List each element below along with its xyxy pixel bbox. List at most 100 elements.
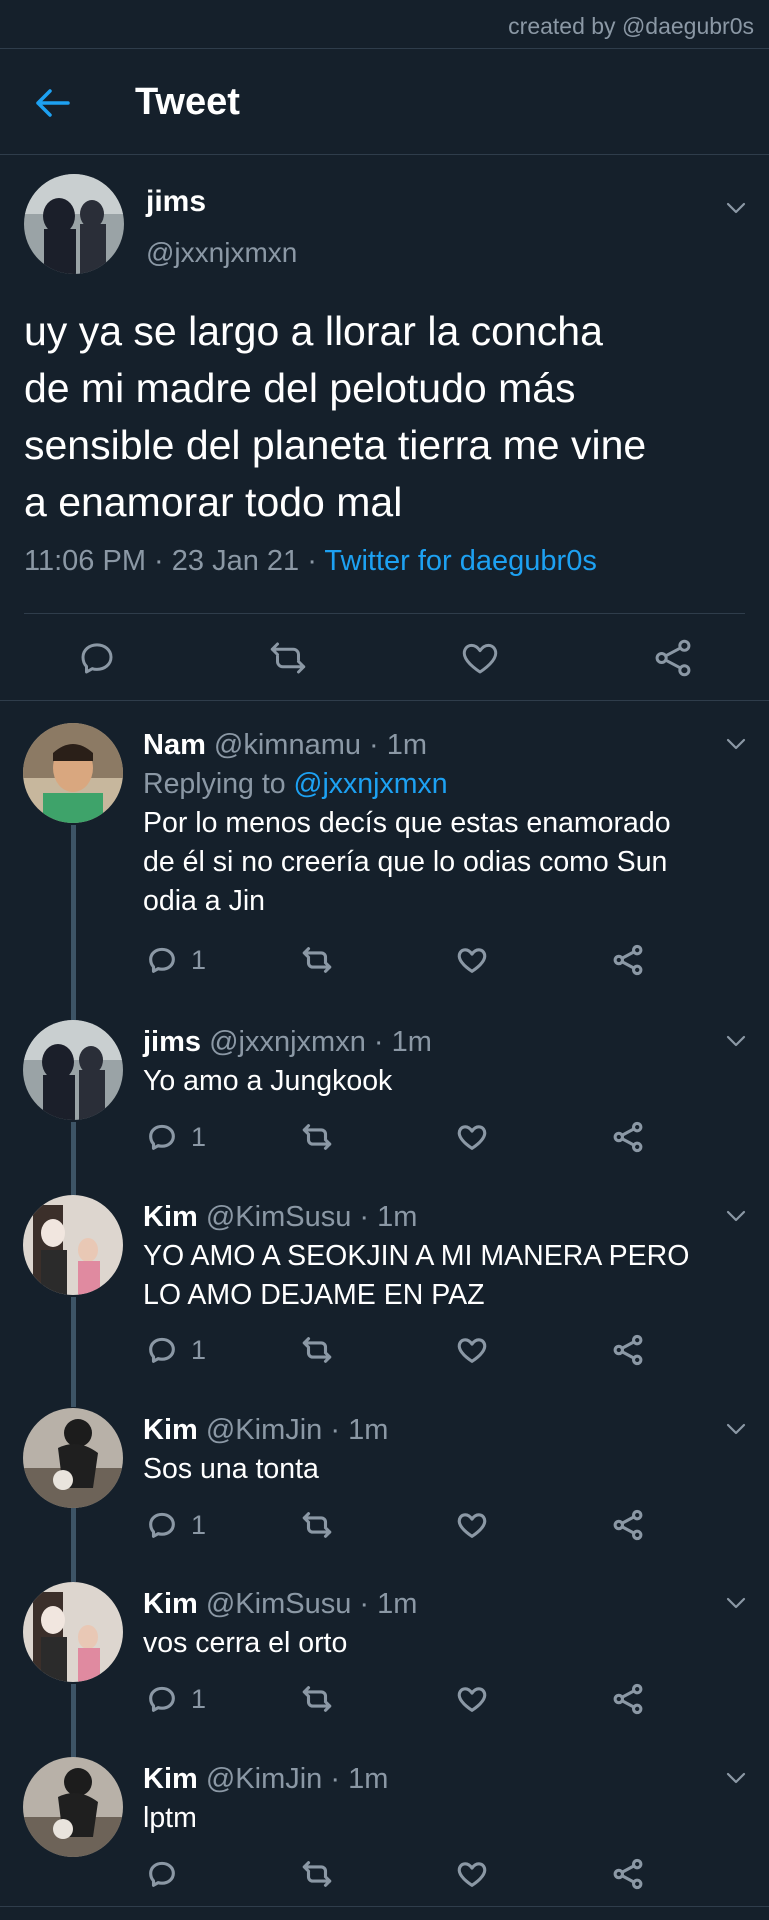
replying-to-link[interactable]: @jxxnjxmxn	[294, 768, 448, 800]
reply-tweet[interactable]: Kim @KimSusu · 1m vos cerra el orto 1	[0, 1582, 769, 1742]
avatar[interactable]	[23, 1195, 123, 1295]
tweet-time: 11:06 PM	[24, 545, 146, 577]
reply-text-line: vos cerra el orto	[143, 1627, 348, 1659]
reply-text-line: Yo amo a Jungkook	[143, 1065, 393, 1097]
reply-handle: @jxxnjxmxn · 1m	[209, 1026, 432, 1058]
tweet-text-line: sensible del planeta tierra me vine	[24, 422, 647, 468]
share-icon[interactable]	[611, 1508, 645, 1542]
avatar[interactable]	[24, 174, 124, 274]
reply-icon[interactable]	[145, 943, 179, 977]
reply-text-line: de él si no creería que lo odias como Su…	[143, 846, 668, 878]
reply-icon[interactable]	[76, 637, 118, 679]
replying-to-label: Replying to	[143, 768, 294, 800]
reply-actions: 1	[0, 1508, 769, 1548]
chevron-down-icon[interactable]	[725, 1034, 747, 1048]
reply-text-line: Sos una tonta	[143, 1453, 319, 1485]
reply-text-line: lptm	[143, 1802, 197, 1834]
avatar[interactable]	[23, 1408, 123, 1508]
reply-handle: @KimSusu · 1m	[205, 1201, 418, 1233]
tweet-text-line: de mi madre del pelotudo más	[24, 365, 576, 411]
share-icon[interactable]	[611, 1857, 645, 1891]
tweet-date: 23 Jan 21	[171, 545, 300, 577]
like-icon[interactable]	[455, 1682, 489, 1716]
reply-icon[interactable]	[145, 1682, 179, 1716]
share-icon[interactable]	[611, 943, 645, 977]
like-icon[interactable]	[455, 1120, 489, 1154]
reply-count: 1	[191, 1684, 207, 1714]
reply-author-name[interactable]: Kim	[143, 1414, 198, 1446]
reply-tweet[interactable]: Nam @kimnamu · 1m Replying to @jxxnjxmxn…	[0, 723, 769, 1003]
chevron-down-icon[interactable]	[725, 1209, 747, 1223]
reply-tweet[interactable]: Kim @KimJin · 1m lptm	[0, 1757, 769, 1905]
reply-author-name[interactable]: Nam	[143, 729, 206, 761]
divider	[0, 1906, 769, 1907]
reply-text: vos cerra el orto	[143, 1624, 743, 1663]
chevron-down-icon[interactable]	[725, 1596, 747, 1610]
reply-tweet[interactable]: Kim @KimJin · 1m Sos una tonta 1	[0, 1408, 769, 1568]
share-icon[interactable]	[611, 1333, 645, 1367]
reply-actions: 1	[0, 1682, 769, 1722]
retweet-icon[interactable]	[300, 1120, 334, 1154]
tweet-source-link[interactable]: Twitter for daegubr0s	[324, 545, 596, 577]
reply-icon[interactable]	[145, 1508, 179, 1542]
reply-icon[interactable]	[145, 1120, 179, 1154]
tweet-text-line: uy ya se largo a llorar la concha	[24, 308, 603, 354]
share-icon[interactable]	[652, 637, 694, 679]
reply-header: jims @jxxnjxmxn · 1m	[143, 1026, 432, 1059]
retweet-icon[interactable]	[300, 943, 334, 977]
share-icon[interactable]	[611, 1682, 645, 1716]
divider	[24, 613, 745, 614]
chevron-down-icon[interactable]	[725, 737, 747, 751]
author-name[interactable]: jims	[146, 185, 206, 219]
reply-text-line: Por lo menos decís que estas enamorado	[143, 807, 671, 839]
reply-header: Kim @KimJin · 1m	[143, 1414, 388, 1447]
reply-handle: @KimJin · 1m	[205, 1414, 389, 1446]
retweet-icon[interactable]	[300, 1857, 334, 1891]
page-title: Tweet	[135, 81, 240, 123]
chevron-down-icon[interactable]	[725, 201, 747, 215]
reply-count: 1	[191, 1510, 207, 1540]
like-icon[interactable]	[455, 1333, 489, 1367]
like-icon[interactable]	[455, 943, 489, 977]
avatar[interactable]	[23, 1757, 123, 1857]
reply-actions: 1	[0, 1120, 769, 1160]
reply-count: 1	[191, 945, 207, 975]
author-handle[interactable]: @jxxnjxmxn	[146, 237, 297, 269]
chevron-down-icon[interactable]	[725, 1422, 747, 1436]
avatar[interactable]	[23, 723, 123, 823]
reply-handle: @kimnamu · 1m	[213, 729, 428, 761]
reply-text: YO AMO A SEOKJIN A MI MANERA PERO LO AMO…	[143, 1237, 743, 1315]
retweet-icon[interactable]	[267, 637, 309, 679]
reply-author-name[interactable]: Kim	[143, 1588, 198, 1620]
reply-tweet[interactable]: Kim @KimSusu · 1m YO AMO A SEOKJIN A MI …	[0, 1195, 769, 1395]
retweet-icon[interactable]	[300, 1682, 334, 1716]
reply-handle: @KimSusu · 1m	[205, 1588, 418, 1620]
retweet-icon[interactable]	[300, 1333, 334, 1367]
reply-header: Kim @KimSusu · 1m	[143, 1588, 417, 1621]
like-icon[interactable]	[459, 637, 501, 679]
reply-count: 1	[191, 1122, 207, 1152]
chevron-down-icon[interactable]	[725, 1771, 747, 1785]
reply-text-line: YO AMO A SEOKJIN A MI MANERA PERO	[143, 1240, 690, 1272]
reply-author-name[interactable]: Kim	[143, 1201, 198, 1233]
reply-header: Nam @kimnamu · 1m	[143, 729, 427, 762]
avatar[interactable]	[23, 1020, 123, 1120]
reply-actions: 1	[0, 1333, 769, 1373]
reply-actions	[0, 1857, 769, 1897]
reply-icon[interactable]	[145, 1857, 179, 1891]
back-arrow-icon[interactable]	[30, 85, 74, 121]
reply-icon[interactable]	[145, 1333, 179, 1367]
reply-text: lptm	[143, 1799, 743, 1838]
reply-text: Yo amo a Jungkook	[143, 1062, 743, 1101]
avatar[interactable]	[23, 1582, 123, 1682]
reply-header: Kim @KimSusu · 1m	[143, 1201, 417, 1234]
reply-author-name[interactable]: Kim	[143, 1763, 198, 1795]
retweet-icon[interactable]	[300, 1508, 334, 1542]
reply-tweet[interactable]: jims @jxxnjxmxn · 1m Yo amo a Jungkook 1	[0, 1020, 769, 1180]
share-icon[interactable]	[611, 1120, 645, 1154]
like-icon[interactable]	[455, 1508, 489, 1542]
reply-author-name[interactable]: jims	[143, 1026, 201, 1058]
tweet-text-line: a enamorar todo mal	[24, 479, 403, 525]
like-icon[interactable]	[455, 1857, 489, 1891]
reply-text-line: LO AMO DEJAME EN PAZ	[143, 1279, 485, 1311]
